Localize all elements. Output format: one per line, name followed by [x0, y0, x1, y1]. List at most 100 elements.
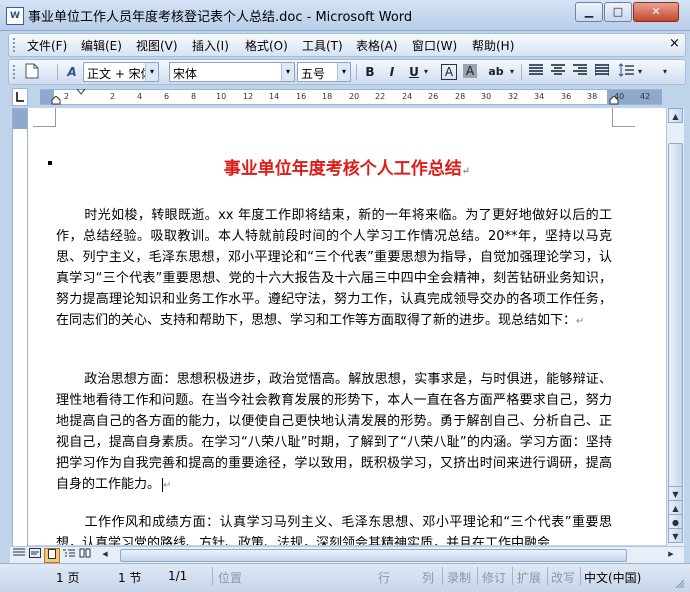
toolbar-options-chevron-icon[interactable]: ▾	[659, 63, 671, 81]
menu-window[interactable]: 窗口(W)	[412, 37, 457, 54]
character-shading-button[interactable]: A	[463, 64, 477, 78]
menu-tools[interactable]: 工具(T)	[302, 37, 343, 54]
margin-corner-mark	[33, 108, 56, 127]
style-select[interactable]: 正文 + 宋体 ▾	[83, 62, 159, 82]
align-justify-icon[interactable]	[527, 63, 545, 81]
right-indent-marker-icon[interactable]	[609, 96, 619, 105]
scroll-down-icon[interactable]: ▼	[668, 486, 683, 501]
paragraph-mark: ↵	[163, 480, 172, 491]
minimize-button[interactable]: ▁	[575, 2, 603, 22]
font-value: 宋体	[173, 67, 198, 81]
status-position[interactable]: 位置	[218, 569, 242, 586]
close-document-icon[interactable]: ×	[669, 36, 680, 51]
status-language[interactable]: 中文(中国)	[584, 569, 641, 586]
status-separator	[477, 567, 478, 585]
select-browse-object-icon[interactable]: ●	[668, 514, 683, 529]
horizontal-scrollbar[interactable]: ◀ ▶	[10, 546, 684, 563]
toolbar-grip-handle[interactable]	[13, 65, 18, 79]
ruler-tick: 26	[428, 92, 439, 101]
ruler-tick: 6	[164, 92, 170, 101]
tab-selector-icon[interactable]	[12, 88, 28, 106]
resize-grip-icon[interactable]	[675, 578, 685, 589]
new-document-icon[interactable]	[21, 63, 43, 81]
menu-insert[interactable]: 插入(I)	[192, 37, 229, 54]
outline-view-icon[interactable]	[62, 548, 76, 561]
styles-pane-icon[interactable]: A	[63, 63, 81, 81]
chevron-down-icon[interactable]: ▾	[337, 63, 350, 81]
menu-table[interactable]: 表格(A)	[356, 37, 398, 54]
document-title[interactable]: 事业单位年度考核个人工作总结↵	[28, 154, 666, 179]
title-bar: W 事业单位工作人员年度考核登记表个人总结.doc - Microsoft Wo…	[0, 0, 690, 31]
horizontal-scroll-thumb[interactable]	[120, 549, 627, 562]
menu-file[interactable]: 文件(F)	[27, 37, 67, 54]
bold-button[interactable]: B	[361, 63, 379, 81]
vertical-ruler[interactable]	[12, 108, 28, 548]
chevron-down-icon[interactable]: ▾	[145, 63, 158, 81]
status-column[interactable]: 列	[422, 569, 434, 586]
status-separator	[547, 567, 548, 585]
ruler-tick: 12	[243, 92, 254, 101]
horizontal-ruler[interactable]: 2 2 4 6 8 10 12 14 16 18 20 22 24 26 28 …	[40, 89, 662, 105]
line-spacing-dropdown-icon[interactable]: ▾	[635, 63, 645, 81]
align-right-icon[interactable]	[571, 63, 589, 81]
menu-edit[interactable]: 编辑(E)	[81, 37, 122, 54]
menu-grip-handle[interactable]	[13, 38, 18, 52]
paragraph-text: 政治思想方面：思想积极进步，政治觉悟高。解放思想，实事求是，与时俱进，能够辩证、…	[56, 372, 612, 492]
ruler-tick: 36	[561, 92, 572, 101]
normal-view-icon[interactable]	[12, 548, 26, 561]
chevron-down-icon[interactable]: ▾	[281, 63, 294, 81]
document-paragraph[interactable]: 工作作风和成绩方面：认真学习马列主义、毛泽东思想、邓小平理论和“三个代表”重要思…	[56, 512, 612, 545]
status-overtype[interactable]: 改写	[551, 569, 575, 586]
highlight-button[interactable]: ab	[485, 63, 507, 81]
scroll-up-icon[interactable]: ▲	[668, 108, 683, 123]
highlight-dropdown-icon[interactable]: ▾	[507, 63, 517, 81]
status-record-macro[interactable]: 录制	[447, 569, 471, 586]
menu-view[interactable]: 视图(V)	[136, 37, 178, 54]
font-select[interactable]: 宋体 ▾	[169, 62, 295, 82]
document-paragraph[interactable]: 政治思想方面：思想积极进步，政治觉悟高。解放思想，实事求是，与时俱进，能够辩证、…	[56, 369, 612, 496]
scroll-left-icon[interactable]: ◀	[98, 548, 112, 561]
scroll-right-icon[interactable]: ▶	[664, 548, 678, 561]
status-page[interactable]: 1 页	[56, 569, 79, 586]
document-paragraph[interactable]: 时光如梭，转眼既逝。xx 年度工作即将结束，新的一年将来临。为了更好地做好以后的…	[56, 205, 612, 332]
vertical-scrollbar[interactable]: ▲ ▼ ▲ ● ▼	[666, 108, 684, 546]
status-separator	[580, 567, 581, 585]
hanging-indent-marker-icon[interactable]	[51, 96, 61, 105]
document-page[interactable]: 事业单位年度考核个人工作总结↵ 时光如梭，转眼既逝。xx 年度工作即将结束，新的…	[28, 108, 666, 545]
ruler-tick: 42	[640, 92, 651, 101]
underline-dropdown-icon[interactable]: ▾	[421, 63, 431, 81]
character-border-button[interactable]: A	[441, 64, 457, 80]
paragraph-mark: ↵	[461, 166, 471, 177]
status-separator	[212, 567, 213, 585]
menu-format[interactable]: 格式(O)	[245, 37, 288, 54]
paragraph-mark: ↵	[576, 316, 585, 327]
distributed-align-icon[interactable]	[593, 63, 611, 81]
word-app-icon[interactable]: W	[6, 7, 24, 25]
line-spacing-icon[interactable]	[617, 63, 635, 81]
maximize-button[interactable]: □	[604, 2, 632, 22]
status-separator	[512, 567, 513, 585]
italic-button[interactable]: I	[383, 63, 401, 81]
next-page-icon[interactable]: ▼	[668, 528, 683, 543]
ruler-tick: 8	[191, 92, 197, 101]
font-size-select[interactable]: 五号 ▾	[297, 62, 351, 82]
align-center-icon[interactable]	[549, 63, 567, 81]
vertical-scroll-thumb[interactable]	[668, 143, 683, 498]
close-button[interactable]: ✕	[633, 2, 679, 22]
first-line-indent-marker-icon[interactable]	[76, 89, 86, 105]
toolbar-separator	[521, 64, 522, 80]
status-track-changes[interactable]: 修订	[482, 569, 506, 586]
status-line[interactable]: 行	[378, 569, 390, 586]
print-layout-view-icon[interactable]	[44, 548, 60, 563]
web-layout-view-icon[interactable]	[28, 548, 42, 561]
ruler-tick: 30	[481, 92, 492, 101]
status-section[interactable]: 1 节	[118, 569, 141, 586]
ruler-tick: 2	[110, 92, 116, 101]
ruler-tick: 38	[587, 92, 598, 101]
paragraph-text: 工作作风和成绩方面：认真学习马列主义、毛泽东思想、邓小平理论和“三个代表”重要思…	[56, 515, 612, 545]
status-extend-selection[interactable]: 扩展	[517, 569, 541, 586]
status-page-count[interactable]: 1/1	[168, 569, 187, 583]
menu-help[interactable]: 帮助(H)	[472, 37, 514, 54]
previous-page-icon[interactable]: ▲	[668, 500, 683, 515]
reading-layout-view-icon[interactable]	[78, 548, 92, 561]
